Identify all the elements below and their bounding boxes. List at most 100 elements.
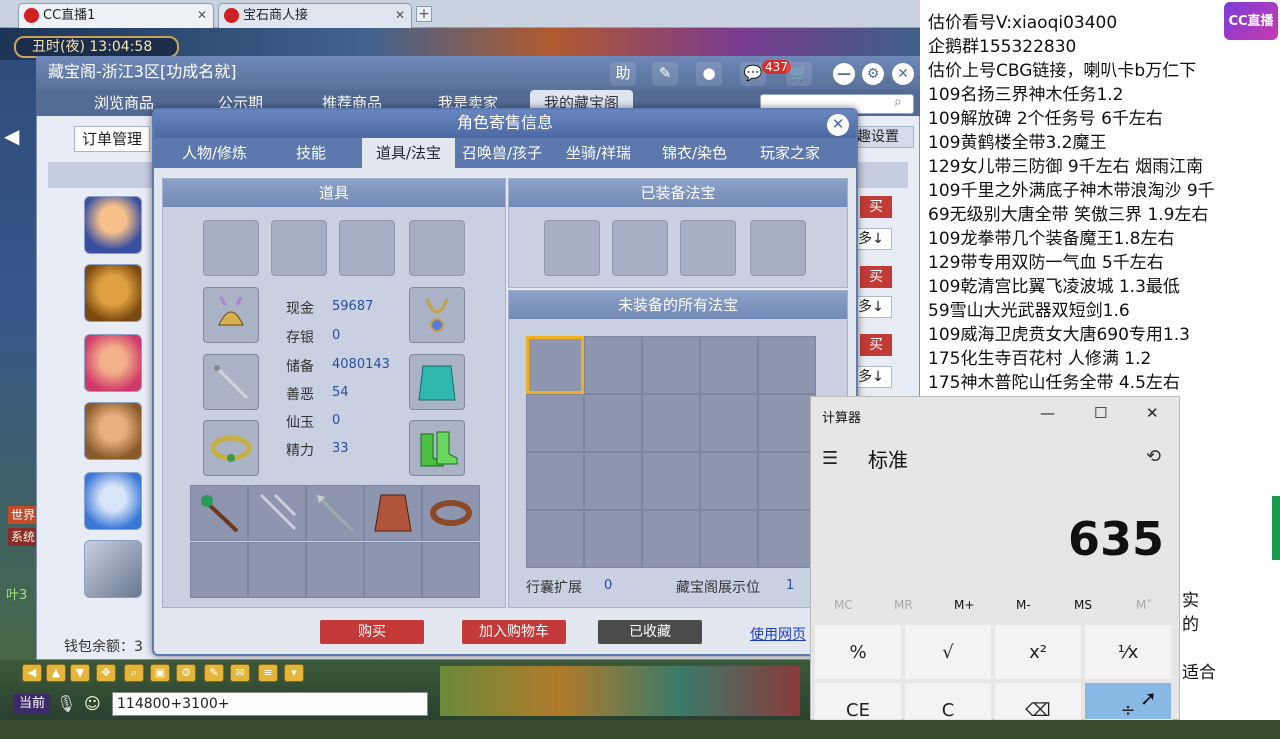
add-to-cart-button[interactable]: 加入购物车: [462, 620, 566, 644]
avatar[interactable]: [84, 540, 142, 598]
empty-bag-slot[interactable]: [190, 542, 248, 598]
fabao-slot[interactable]: [584, 452, 642, 510]
avatar[interactable]: [84, 334, 142, 392]
fabao-slot[interactable]: [526, 394, 584, 452]
close-icon[interactable]: ✕: [1146, 404, 1159, 422]
minimize-icon[interactable]: —: [1040, 404, 1055, 422]
close-icon[interactable]: ✕: [395, 4, 405, 27]
fabao-slot[interactable]: [700, 394, 758, 452]
reciprocal-button[interactable]: ¹⁄x: [1084, 624, 1172, 680]
microphone-icon[interactable]: 🎙: [56, 694, 76, 713]
m-minus-button[interactable]: M-: [1016, 598, 1031, 612]
square-button[interactable]: x²: [994, 624, 1082, 680]
chat-channel-current[interactable]: 当前: [14, 694, 50, 714]
side-tab[interactable]: [1272, 496, 1280, 560]
tab-pets[interactable]: 召唤兽/孩子: [462, 138, 542, 168]
fabao-slot[interactable]: [700, 452, 758, 510]
empty-bag-slot[interactable]: [248, 542, 306, 598]
settings-icon[interactable]: ⚙: [176, 664, 196, 682]
order-management-tab[interactable]: 订单管理: [74, 126, 150, 152]
empty-slot[interactable]: [750, 220, 806, 276]
avatar[interactable]: [84, 264, 142, 322]
mr-button[interactable]: MR: [894, 598, 913, 612]
weapon-item-icon[interactable]: [203, 354, 259, 410]
bracelet-item-icon[interactable]: [422, 485, 480, 541]
favorited-button[interactable]: 已收藏: [598, 620, 702, 644]
search-icon[interactable]: ⌕: [894, 94, 902, 110]
helmet-item-icon[interactable]: [203, 287, 259, 343]
boots-item-icon[interactable]: [409, 420, 465, 476]
browser-tab-cc-live[interactable]: CC直播1 ✕: [18, 3, 214, 28]
avatar[interactable]: [84, 472, 142, 530]
close-icon[interactable]: ✕: [892, 63, 914, 85]
browser-tab-gem-merchant[interactable]: 宝石商人接 ✕: [218, 3, 412, 28]
robe-item-icon[interactable]: [364, 485, 422, 541]
empty-slot[interactable]: [339, 220, 395, 276]
empty-slot[interactable]: [203, 220, 259, 276]
fabao-slot[interactable]: [642, 510, 700, 568]
buy-button[interactable]: 买: [860, 196, 892, 218]
sqrt-button[interactable]: √: [904, 624, 992, 680]
arrow-up-icon[interactable]: ▲: [46, 664, 66, 682]
tab-skills[interactable]: 技能: [296, 138, 326, 168]
armor-item-icon[interactable]: [409, 354, 465, 410]
search-icon[interactable]: ⌕: [124, 664, 144, 682]
help-icon[interactable]: 助: [610, 62, 636, 86]
clear-button[interactable]: C: [904, 682, 992, 721]
empty-slot[interactable]: [409, 220, 465, 276]
fabao-slot[interactable]: [642, 394, 700, 452]
fabao-slot[interactable]: [758, 394, 816, 452]
divide-button[interactable]: ÷: [1084, 682, 1172, 721]
lock-icon[interactable]: ▣: [150, 664, 170, 682]
chat-input[interactable]: 114800+3100+: [112, 692, 428, 716]
tab-mounts[interactable]: 坐骑/祥瑞: [566, 138, 631, 168]
empty-bag-slot[interactable]: [364, 542, 422, 598]
record-icon[interactable]: ●: [696, 62, 722, 86]
fabao-slot[interactable]: [642, 336, 700, 394]
fabao-slot[interactable]: [584, 510, 642, 568]
backspace-button[interactable]: ⌫: [994, 682, 1082, 721]
buy-button[interactable]: 购买: [320, 620, 424, 644]
fabao-slot[interactable]: [584, 336, 642, 394]
m-plus-button[interactable]: M+: [954, 598, 974, 612]
brush-icon[interactable]: ✎: [204, 664, 224, 682]
fabao-slot[interactable]: [526, 510, 584, 568]
emoji-icon[interactable]: ☺: [84, 694, 101, 713]
tab-items[interactable]: 道具/法宝: [362, 138, 456, 168]
tab-costume[interactable]: 锦衣/染色: [662, 138, 727, 168]
tab-home[interactable]: 玩家之家: [760, 138, 820, 168]
fabao-slot[interactable]: [758, 452, 816, 510]
scroll-left-icon[interactable]: ◀: [4, 124, 24, 154]
selected-fabao-slot[interactable]: [526, 336, 584, 394]
menu-icon[interactable]: ☰: [822, 448, 838, 469]
fabao-slot[interactable]: [584, 394, 642, 452]
chat-channel-system[interactable]: 系统: [8, 528, 38, 546]
nav-browse[interactable]: 浏览商品: [94, 90, 154, 116]
clear-entry-button[interactable]: CE: [814, 682, 902, 721]
chat-channel-world[interactable]: 世界: [8, 506, 38, 524]
move-icon[interactable]: ✥: [96, 664, 116, 682]
avatar[interactable]: [84, 402, 142, 460]
list-icon[interactable]: ≡: [258, 664, 278, 682]
fabao-slot[interactable]: [700, 336, 758, 394]
history-icon[interactable]: ⟲: [1146, 446, 1161, 467]
dual-sword-item-icon[interactable]: [248, 485, 306, 541]
fabao-slot[interactable]: [526, 452, 584, 510]
mc-button[interactable]: MC: [834, 598, 853, 612]
close-icon[interactable]: ✕: [827, 114, 849, 136]
fabao-slot[interactable]: [758, 336, 816, 394]
fabao-slot[interactable]: [642, 452, 700, 510]
use-web-link[interactable]: 使用网页: [750, 624, 806, 644]
share-icon[interactable]: ✎: [652, 62, 678, 86]
buy-button[interactable]: 买: [860, 266, 892, 288]
settings-button[interactable]: 趣设置: [852, 126, 914, 148]
belt-item-icon[interactable]: [203, 420, 259, 476]
gear-icon[interactable]: ⚙: [862, 63, 884, 85]
buy-button[interactable]: 买: [860, 334, 892, 356]
dropdown-icon[interactable]: ▾: [284, 664, 304, 682]
empty-slot[interactable]: [271, 220, 327, 276]
ms-button[interactable]: MS: [1074, 598, 1092, 612]
empty-bag-slot[interactable]: [306, 542, 364, 598]
necklace-item-icon[interactable]: [409, 287, 465, 343]
fabao-slot[interactable]: [758, 510, 816, 568]
